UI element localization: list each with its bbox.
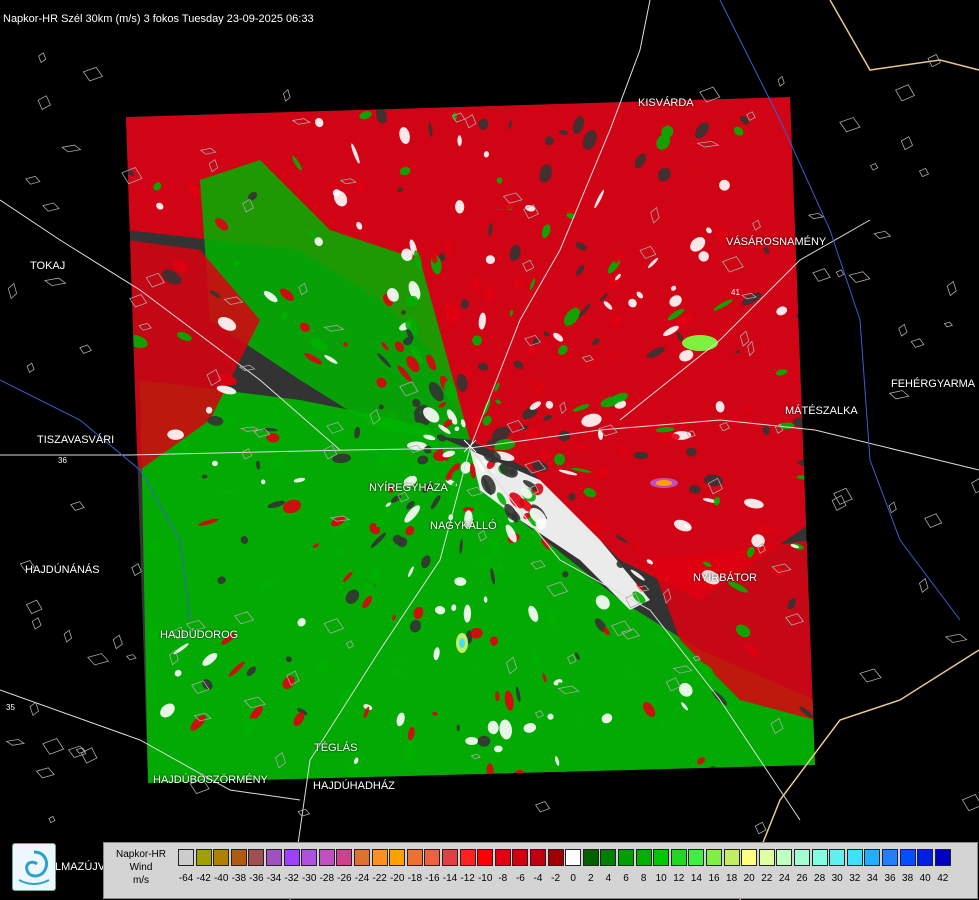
legend-swatch (829, 849, 846, 866)
napkor-logo-icon (12, 843, 56, 891)
road-number-35: 35 (6, 703, 15, 712)
city-label-tokaj: TOKAJ (30, 260, 66, 272)
city-label-kisvarda: KISVÁRDA (638, 97, 694, 109)
city-label-nyiregyhaza: NYÍREGYHÁZA (369, 482, 448, 494)
city-label-tiszavasvari: TISZAVASVÁRI (37, 434, 115, 446)
legend-swatch (882, 849, 898, 866)
legend-swatch (741, 849, 758, 866)
legend-swatch (389, 849, 406, 866)
legend-swatch (494, 849, 511, 866)
road-number-41: 41 (731, 288, 740, 297)
legend-swatch (424, 849, 441, 866)
legend-swatch (178, 849, 194, 866)
legend-swatch (688, 849, 705, 866)
legend-swatch (213, 849, 230, 866)
city-label-hajduboszormeny: HAJDÚBÖSZÖRMÉNY (153, 774, 268, 786)
legend-swatch (917, 849, 934, 866)
legend-swatch (934, 849, 951, 866)
legend-swatch (195, 849, 212, 866)
legend-swatch (811, 849, 828, 866)
radar-map (0, 0, 979, 900)
city-label-hajduhadhaz: HAJDÚHADHÁZ (313, 780, 395, 792)
legend-swatch (301, 849, 318, 866)
legend-tick-label: 42 (937, 873, 949, 884)
city-label-hajdunanas: HAJDÚNÁNÁS (25, 564, 100, 576)
legend-swatch (406, 849, 423, 866)
city-label-teglas: TÉGLÁS (314, 742, 358, 754)
legend-swatch (547, 849, 564, 866)
legend-swatch (670, 849, 687, 866)
legend-swatch (565, 849, 582, 866)
legend-swatch (283, 849, 300, 866)
legend-swatch (706, 849, 722, 866)
legend-swatch (899, 849, 916, 866)
legend-swatch (864, 849, 881, 866)
legend-swatch (477, 849, 494, 866)
road-number-36: 36 (58, 456, 67, 465)
legend-swatch (442, 849, 458, 866)
legend-swatch (354, 849, 370, 866)
legend-swatch (846, 849, 863, 866)
legend-swatch (723, 849, 740, 866)
legend-swatch (653, 849, 670, 866)
legend-swatch (618, 849, 634, 866)
city-label-mateszalka: MÁTÉSZALKA (785, 405, 858, 417)
legend-swatch (266, 849, 282, 866)
city-label-fehergyarmat: FEHÉRGYARMA (891, 378, 976, 390)
legend-title: Napkor-HR Wind m/s (106, 848, 176, 887)
legend-swatch (318, 849, 335, 866)
legend-line-quantity: Wind (129, 862, 153, 873)
legend-line-source: Napkor-HR (115, 849, 166, 860)
legend-swatch (600, 849, 617, 866)
city-label-nagykallo: NAGYKÁLLÓ (430, 520, 497, 532)
legend-swatch (512, 849, 529, 866)
legend-swatch (758, 849, 775, 866)
city-label-nyirbator: NYÍRBÁTOR (693, 572, 757, 584)
legend-swatch (371, 849, 388, 866)
legend-swatch (794, 849, 810, 866)
legend-swatch (530, 849, 546, 866)
legend-swatch (248, 849, 265, 866)
legend-swatch (582, 849, 599, 866)
legend-line-unit: m/s (132, 875, 150, 886)
legend-swatch (336, 849, 353, 866)
legend-swatch (459, 849, 476, 866)
legend-swatch (230, 849, 247, 866)
legend-swatch (635, 849, 652, 866)
city-label-hajdudorog: HAJDÚDOROG (160, 629, 239, 641)
city-label-vasarosnameny: VÁSÁROSNAMÉNY (726, 236, 827, 248)
legend-swatch (776, 849, 793, 866)
wind-color-legend: Napkor-HR Wind m/s -64 -42 -40 -38 -36 -34 -32… (103, 842, 978, 899)
map-title: Napkor-HR Szél 30km (m/s) 3 fokos Tuesda… (3, 13, 314, 25)
